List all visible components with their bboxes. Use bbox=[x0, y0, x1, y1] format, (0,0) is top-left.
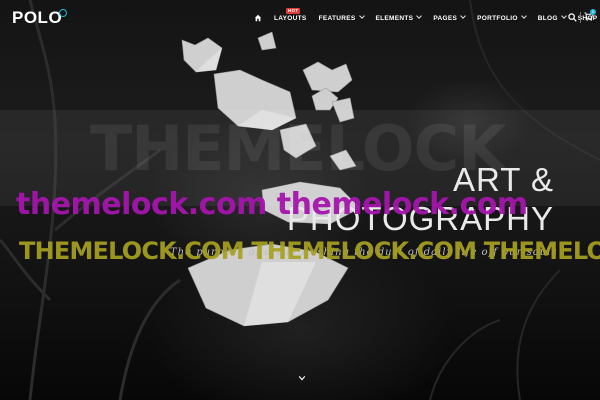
cart-count-badge: 0 bbox=[590, 9, 596, 15]
watermark-text-yellow: THEMELOCK.COM THEMELOCK.COM THEMELOCK.CO… bbox=[19, 237, 600, 265]
watermark-text-background: THEMELOCK bbox=[90, 112, 506, 185]
chevron-down-icon bbox=[358, 12, 365, 19]
nav-item-elements[interactable]: ELEMENTS bbox=[375, 12, 423, 22]
logo-accent-dot bbox=[59, 9, 67, 17]
chevron-down-icon[interactable] bbox=[298, 374, 306, 382]
chevron-down-icon bbox=[520, 12, 527, 19]
home-icon[interactable] bbox=[254, 14, 262, 22]
nav-divider bbox=[580, 12, 581, 23]
nav-item-blog[interactable]: BLOG bbox=[537, 12, 567, 22]
hero-section: THEMELOCK POLO LAYOUTS HOT FEATURES ELEM… bbox=[0, 0, 600, 400]
chevron-down-icon bbox=[416, 12, 423, 19]
nav-item-label: FEATURES bbox=[318, 14, 356, 22]
nav-item-portfolio[interactable]: PORTFOLIO bbox=[477, 12, 527, 22]
hot-badge: HOT bbox=[286, 7, 301, 14]
nav-item-features[interactable]: FEATURES bbox=[318, 12, 365, 22]
nav-item-label: LAYOUTS bbox=[274, 14, 307, 22]
nav-item-label: ELEMENTS bbox=[375, 14, 414, 22]
nav-item-layouts[interactable]: LAYOUTS HOT bbox=[274, 7, 307, 22]
main-navigation: LAYOUTS HOT FEATURES ELEMENTS PAGES PORT… bbox=[254, 7, 600, 22]
chevron-down-icon bbox=[460, 12, 466, 19]
chevron-down-icon bbox=[560, 12, 567, 19]
nav-item-label: PAGES bbox=[433, 14, 458, 22]
site-header: POLO LAYOUTS HOT FEATURES ELEMENTS PAGES… bbox=[0, 0, 600, 38]
site-logo[interactable]: POLO bbox=[12, 8, 62, 28]
search-icon[interactable] bbox=[568, 13, 577, 22]
watermark-text-magenta: themelock.com themelock.com bbox=[16, 187, 528, 222]
nav-item-label: PORTFOLIO bbox=[477, 14, 518, 22]
nav-item-label: BLOG bbox=[537, 14, 558, 22]
nav-item-pages[interactable]: PAGES bbox=[433, 12, 466, 22]
